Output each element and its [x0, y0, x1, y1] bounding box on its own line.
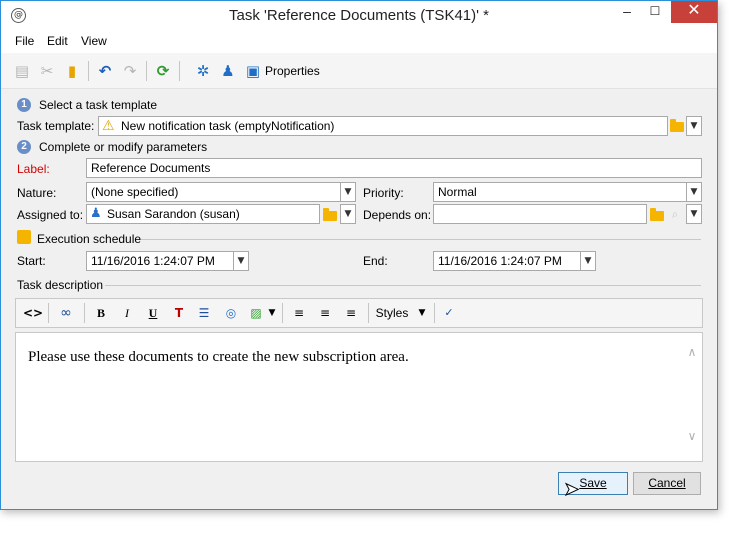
end-date-picker-button[interactable]: ▼: [580, 251, 596, 271]
save-button-label: Save: [579, 476, 607, 490]
underline-button[interactable]: U: [146, 304, 160, 322]
refresh-icon[interactable]: ⟳: [154, 62, 172, 80]
scroll-up-icon[interactable]: ∧: [684, 345, 700, 359]
toolbar-separator: [48, 303, 49, 323]
bold-button[interactable]: B: [94, 304, 108, 322]
align-right-icon[interactable]: ≡: [343, 304, 359, 322]
text-color-icon[interactable]: T: [171, 304, 187, 322]
calendar-icon: [17, 230, 31, 244]
undo-icon[interactable]: ↶: [96, 62, 114, 80]
clipboard-icon[interactable]: ▮: [63, 62, 81, 80]
bullet-list-icon[interactable]: ☰: [196, 304, 212, 322]
depends-on-label: Depends on:: [363, 208, 432, 222]
folder-icon[interactable]: [670, 119, 684, 132]
properties-button[interactable]: Properties: [265, 64, 320, 78]
priority-label: Priority:: [363, 186, 404, 200]
task-template-label: Task template:: [17, 119, 95, 133]
user-icon: ♟: [90, 206, 102, 221]
nature-dropdown-button[interactable]: ▼: [340, 182, 356, 202]
redo-icon[interactable]: ↷: [121, 62, 139, 80]
nature-label: Nature:: [17, 186, 57, 200]
menu-view[interactable]: View: [81, 34, 107, 48]
toolbar-separator: [282, 303, 283, 323]
step-2-heading: Complete or modify parameters: [39, 140, 208, 154]
start-label: Start:: [17, 254, 46, 268]
align-left-icon[interactable]: ≡: [291, 304, 307, 322]
assigned-to-dropdown-button[interactable]: ▼: [340, 204, 356, 224]
start-date-picker-button[interactable]: ▼: [233, 251, 249, 271]
assigned-to-value: Susan Sarandon (susan): [107, 207, 240, 221]
title-bar: @ Task 'Reference Documents (TSK41)' * –…: [1, 1, 717, 31]
source-code-icon[interactable]: <>: [23, 304, 43, 322]
task-description-editor[interactable]: Please use these documents to create the…: [15, 332, 703, 462]
find-binoculars-icon[interactable]: ∞: [56, 304, 76, 322]
toolbar-separator: [146, 61, 147, 81]
task-template-field[interactable]: ⚠ New notification task (emptyNotificati…: [98, 116, 668, 136]
main-toolbar: ▤ ✂ ▮ ↶ ↷ ⟳ ✲ ♟ ▣ Properties: [1, 53, 717, 89]
italic-button[interactable]: I: [120, 304, 134, 322]
align-center-icon[interactable]: ≡: [317, 304, 333, 322]
toolbar-separator: [84, 303, 85, 323]
priority-select[interactable]: Normal: [433, 182, 687, 202]
task-description-text: Please use these documents to create the…: [28, 349, 409, 365]
depends-on-field[interactable]: [433, 204, 647, 224]
insert-link-icon[interactable]: ◎: [222, 304, 240, 322]
chevron-down-icon[interactable]: ▼: [266, 304, 278, 322]
label-field-label: Label:: [17, 162, 50, 176]
folder-icon[interactable]: [323, 208, 337, 221]
warning-icon: ⚠: [102, 118, 115, 134]
maximize-button[interactable]: ☐: [641, 1, 669, 23]
group-divider: [105, 285, 701, 286]
toolbar-separator: [88, 61, 89, 81]
spell-check-icon[interactable]: ✓: [440, 304, 458, 322]
execution-schedule-heading: Execution schedule: [37, 232, 142, 246]
styles-dropdown[interactable]: Styles: [374, 304, 410, 322]
step-1-heading: Select a task template: [39, 98, 158, 112]
task-template-value: New notification task (emptyNotification…: [121, 119, 335, 133]
depends-on-dropdown-button[interactable]: ▼: [686, 204, 702, 224]
step-2-badge: 2: [17, 140, 31, 154]
toolbar-separator: [368, 303, 369, 323]
minimize-button[interactable]: –: [613, 1, 641, 23]
priority-dropdown-button[interactable]: ▼: [686, 182, 702, 202]
task-dialog-window: @ Task 'Reference Documents (TSK41)' * –…: [0, 0, 718, 510]
cut-icon[interactable]: ✂: [38, 62, 56, 80]
assigned-to-label: Assigned to:: [17, 208, 84, 222]
start-datetime-input[interactable]: 11/16/2016 1:24:07 PM: [86, 251, 234, 271]
paste-icon[interactable]: ▤: [13, 62, 31, 80]
label-input[interactable]: Reference Documents: [86, 158, 702, 178]
end-label: End:: [363, 254, 388, 268]
properties-icon[interactable]: ▣: [244, 62, 262, 80]
window-title: Task 'Reference Documents (TSK41)' *: [229, 7, 489, 24]
assigned-to-field[interactable]: ♟ Susan Sarandon (susan): [86, 204, 320, 224]
settings-icon[interactable]: ✲: [194, 62, 212, 80]
group-divider: [141, 239, 701, 240]
menu-file[interactable]: File: [15, 34, 34, 48]
scroll-down-icon[interactable]: ∨: [684, 429, 700, 443]
search-icon[interactable]: ⌕: [668, 207, 682, 221]
users-icon[interactable]: ♟: [219, 62, 237, 80]
folder-icon[interactable]: [650, 208, 664, 221]
cancel-button-label: Cancel: [648, 476, 686, 490]
chevron-down-icon[interactable]: ▼: [416, 304, 428, 322]
step-1-badge: 1: [17, 98, 31, 112]
end-datetime-input[interactable]: 11/16/2016 1:24:07 PM: [433, 251, 581, 271]
toolbar-separator: [179, 61, 180, 81]
menu-bar: File Edit View: [1, 31, 717, 53]
menu-edit[interactable]: Edit: [47, 34, 68, 48]
cancel-button[interactable]: Cancel: [633, 472, 701, 495]
close-button[interactable]: ✕: [671, 1, 717, 23]
editor-toolbar: <> ∞ B I U T ☰ ◎ ▨ ▼ ≡ ≡ ≡ Styles ▼ ✓: [15, 298, 703, 328]
insert-image-icon[interactable]: ▨: [248, 304, 264, 322]
task-description-heading: Task description: [17, 278, 104, 292]
toolbar-separator: [434, 303, 435, 323]
nature-select[interactable]: (None specified): [86, 182, 341, 202]
task-template-dropdown-button[interactable]: ▼: [686, 116, 702, 136]
mouse-cursor-icon: ➤: [564, 479, 580, 500]
